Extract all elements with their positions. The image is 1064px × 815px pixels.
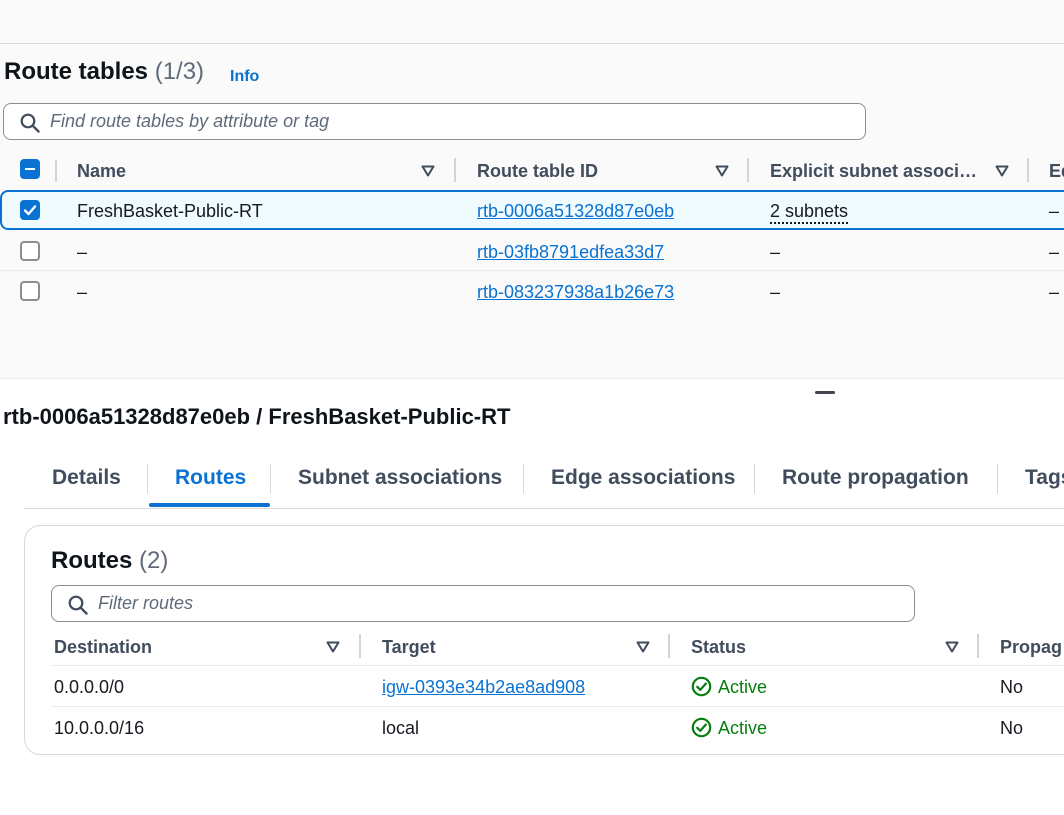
sort-caret-icon[interactable] bbox=[326, 641, 340, 653]
check-circle-icon bbox=[691, 676, 712, 697]
route-destination: 10.0.0.0/16 bbox=[54, 718, 145, 738]
route-tables-page: Route tables (1/3) Info Name Route table… bbox=[0, 0, 1064, 815]
column-divider bbox=[55, 160, 57, 182]
column-header-status[interactable]: Status bbox=[691, 637, 746, 658]
sort-caret-icon[interactable] bbox=[636, 641, 650, 653]
active-tab-indicator bbox=[149, 503, 270, 507]
column-header-target[interactable]: Target bbox=[382, 637, 436, 658]
sort-caret-icon[interactable] bbox=[421, 165, 435, 177]
split-panel-resize-handle[interactable] bbox=[815, 391, 835, 394]
select-all-checkbox[interactable] bbox=[20, 159, 40, 179]
route-table-id-link[interactable]: rtb-083237938a1b26e73 bbox=[477, 282, 674, 303]
row-checkbox[interactable] bbox=[20, 281, 40, 301]
tab-details[interactable]: Details bbox=[52, 466, 121, 490]
column-header-destination[interactable]: Destination bbox=[54, 637, 152, 658]
tab-divider bbox=[754, 464, 755, 494]
route-table-id-link[interactable]: rtb-0006a51328d87e0eb bbox=[477, 201, 674, 222]
tab-routes[interactable]: Routes bbox=[175, 466, 246, 490]
page-title: Route tables (1/3) bbox=[4, 58, 204, 86]
page-title-count: (1/3) bbox=[154, 58, 205, 85]
check-circle-icon bbox=[691, 717, 712, 738]
status-text: Active bbox=[718, 718, 768, 738]
route-table-name: – bbox=[77, 282, 88, 302]
detail-title: rtb-0006a51328d87e0eb / FreshBasket-Publ… bbox=[3, 404, 511, 429]
column-header-name[interactable]: Name bbox=[77, 161, 126, 182]
page-title-text: Route tables bbox=[4, 58, 149, 85]
column-divider bbox=[454, 158, 456, 182]
column-divider bbox=[668, 634, 670, 658]
status-text: Active bbox=[718, 677, 768, 697]
search-icon bbox=[68, 595, 88, 615]
column-header-edge[interactable]: Ed bbox=[1049, 161, 1064, 182]
tab-divider bbox=[270, 464, 271, 494]
tab-route-propagation[interactable]: Route propagation bbox=[782, 466, 969, 490]
column-divider bbox=[747, 158, 749, 182]
tab-divider bbox=[997, 464, 998, 494]
routes-title: Routes (2) bbox=[51, 547, 168, 575]
column-divider bbox=[977, 634, 979, 658]
sort-caret-icon[interactable] bbox=[945, 641, 959, 653]
route-target: local bbox=[382, 718, 420, 738]
status-badge: Active bbox=[691, 717, 811, 740]
search-input[interactable] bbox=[50, 108, 850, 135]
routes-count: (2) bbox=[139, 547, 169, 574]
tab-divider bbox=[147, 464, 148, 494]
route-destination: 0.0.0.0/0 bbox=[54, 677, 125, 697]
tab-edge-associations[interactable]: Edge associations bbox=[551, 466, 735, 490]
row-checkbox[interactable] bbox=[20, 200, 40, 220]
route-table-name: FreshBasket-Public-RT bbox=[77, 201, 263, 221]
tab-divider bbox=[523, 464, 524, 494]
edge-associations-value: – bbox=[1049, 201, 1060, 221]
route-propagated: No bbox=[1000, 677, 1024, 697]
tab-tags[interactable]: Tags bbox=[1025, 466, 1064, 490]
row-checkbox[interactable] bbox=[20, 241, 40, 261]
search-icon bbox=[20, 113, 40, 133]
route-target-link[interactable]: igw-0393e34b2ae8ad908 bbox=[382, 677, 585, 698]
subnet-associations-value: – bbox=[770, 282, 781, 302]
route-propagated: No bbox=[1000, 718, 1024, 738]
column-header-propagated[interactable]: Propag bbox=[1000, 637, 1062, 658]
edge-associations-value: – bbox=[1049, 242, 1060, 262]
routes-container bbox=[24, 525, 1064, 755]
routes-filter[interactable] bbox=[51, 585, 915, 622]
sort-caret-icon[interactable] bbox=[995, 165, 1009, 177]
divider bbox=[0, 43, 1064, 44]
edge-associations-value: – bbox=[1049, 282, 1060, 302]
routes-title-text: Routes bbox=[51, 547, 133, 574]
column-divider bbox=[1027, 158, 1029, 182]
column-header-explicit-subnet[interactable]: Explicit subnet associ… bbox=[770, 161, 977, 182]
subnet-associations-popover[interactable]: 2 subnets bbox=[770, 201, 849, 224]
subnet-associations-value: – bbox=[770, 242, 781, 262]
status-badge: Active bbox=[691, 676, 811, 699]
route-table-name: – bbox=[77, 242, 88, 262]
column-header-route-table-id[interactable]: Route table ID bbox=[477, 161, 598, 182]
tab-subnet-associations[interactable]: Subnet associations bbox=[298, 466, 502, 490]
route-tables-panel: Route tables (1/3) Info Name Route table… bbox=[0, 0, 1064, 379]
column-divider bbox=[359, 634, 361, 658]
row-divider bbox=[51, 706, 1064, 707]
table-header-border bbox=[51, 665, 1064, 666]
tabs-baseline bbox=[24, 508, 1064, 509]
info-link[interactable]: Info bbox=[230, 68, 259, 86]
route-table-id-link[interactable]: rtb-03fb8791edfea33d7 bbox=[477, 242, 664, 263]
sort-caret-icon[interactable] bbox=[715, 165, 729, 177]
route-table-search[interactable] bbox=[3, 103, 866, 140]
filter-routes-input[interactable] bbox=[98, 590, 898, 617]
